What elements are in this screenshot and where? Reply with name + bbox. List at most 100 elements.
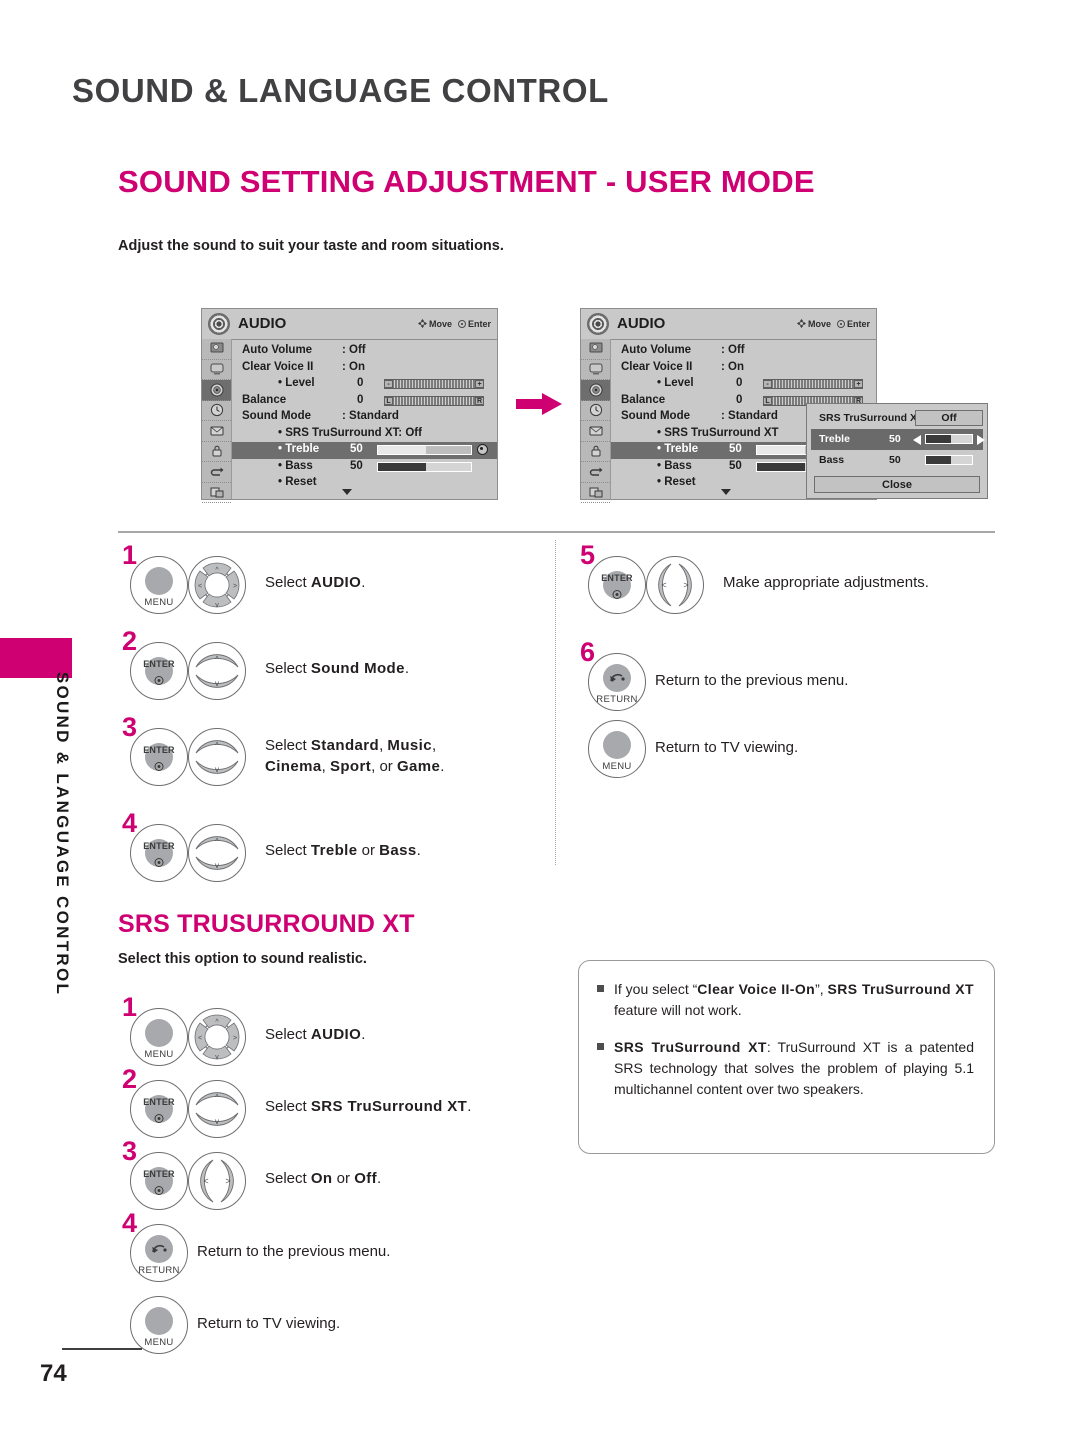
enter-button[interactable]: ENTER	[588, 556, 646, 614]
osd-row[interactable]: • Level 0 - +	[611, 376, 876, 393]
menu-icon-audio[interactable]	[202, 380, 231, 401]
enter-dot-icon	[154, 762, 164, 771]
dpad-4way[interactable]: ^ v < >	[188, 556, 246, 614]
row-label: Balance	[621, 393, 666, 406]
menu-icon-input[interactable]	[202, 462, 231, 483]
osd-row[interactable]: Auto Volume : Off	[611, 343, 876, 360]
scroll-down-caret-icon[interactable]	[721, 489, 731, 495]
menu-icon-screen[interactable]	[581, 360, 610, 380]
button-caption: RETURN	[138, 1265, 180, 1276]
menu-icon-time[interactable]	[581, 401, 610, 421]
popup-row-srs[interactable]: SRS TruSurround XT Off	[811, 408, 983, 429]
row-label: • Reset	[278, 476, 317, 488]
enter-dot-icon	[154, 858, 164, 867]
chevron-left-icon[interactable]	[913, 435, 921, 445]
enter-button[interactable]: ENTER	[130, 824, 188, 882]
menu-icon-usb[interactable]	[202, 483, 231, 503]
button-caption: MENU	[144, 597, 174, 608]
step-number: 2	[122, 626, 138, 656]
menu-icon-input[interactable]	[581, 462, 610, 483]
popup-row-bass[interactable]: Bass 50	[811, 450, 983, 471]
menu-icon-lock[interactable]	[581, 442, 610, 462]
popup-treble-label: Treble	[819, 433, 850, 445]
step-instruction: Return to the previous menu.	[197, 1243, 391, 1260]
menu-icon-picture[interactable]	[581, 339, 610, 360]
menu-icon-picture[interactable]	[202, 339, 231, 360]
osd-row[interactable]: Balance 0 L R	[232, 393, 497, 410]
osd-row[interactable]: • Level 0 - +	[232, 376, 497, 393]
menu-icon-usb[interactable]	[581, 483, 610, 503]
srs-section-title: SRS TRUSURROUND XT	[118, 910, 415, 938]
popup-bass-slider[interactable]	[925, 455, 973, 465]
svg-text:<: <	[661, 580, 666, 590]
note-item: SRS TruSurround XT: TruSurround XT is a …	[597, 1037, 974, 1100]
level-slider[interactable]: - +	[384, 379, 484, 389]
osd-row[interactable]: • Reset	[232, 475, 497, 495]
enter-button[interactable]: ENTER	[130, 1080, 188, 1138]
step-number: 2	[122, 1064, 138, 1094]
scroll-down-caret-icon[interactable]	[342, 489, 352, 495]
bass-slider[interactable]	[377, 461, 472, 472]
srs-section-subtitle: Select this option to sound realistic.	[118, 951, 367, 967]
enter-button[interactable]: ENTER	[130, 642, 188, 700]
svg-text:v: v	[215, 861, 219, 870]
balance-slider[interactable]: L R	[384, 395, 484, 406]
dpad-updown[interactable]: ^ v	[188, 1080, 246, 1138]
osd-row-selected[interactable]: • Treble 50	[232, 442, 497, 459]
osd-hint-move: Move	[428, 319, 452, 329]
menu-button[interactable]: MENU	[130, 1296, 188, 1354]
osd-row[interactable]: Sound Mode : Standard	[232, 409, 497, 426]
osd-row[interactable]: Auto Volume : Off	[232, 343, 497, 360]
button-face	[145, 1306, 173, 1335]
menu-button[interactable]: MENU	[130, 556, 188, 614]
return-button[interactable]: RETURN	[588, 653, 646, 711]
menu-button[interactable]: MENU	[588, 720, 646, 778]
osd-title: AUDIO	[238, 315, 287, 332]
dpad-updown[interactable]: ^ v	[188, 728, 246, 786]
menu-icon-time[interactable]	[202, 401, 231, 421]
step-number: 1	[122, 540, 138, 570]
popup-srs-value[interactable]: Off	[915, 410, 983, 426]
osd-row[interactable]: • Bass 50	[232, 459, 497, 476]
popup-row-treble[interactable]: Treble 50	[811, 429, 985, 450]
button-label: ENTER	[143, 659, 175, 669]
dpad-leftright[interactable]: < >	[646, 556, 704, 614]
svg-text:<: <	[198, 1035, 202, 1042]
dpad-updown[interactable]: ^ v	[188, 642, 246, 700]
button-label: ENTER	[143, 745, 175, 755]
menu-icon-screen[interactable]	[202, 360, 231, 380]
osd-hint-move: Move	[807, 319, 831, 329]
enter-dot-icon	[612, 590, 622, 599]
menu-icon-lock[interactable]	[202, 442, 231, 462]
menu-button[interactable]: MENU	[130, 1008, 188, 1066]
row-number: 0	[736, 393, 743, 406]
osd-hint-enter: Enter	[467, 319, 491, 329]
return-button[interactable]: RETURN	[130, 1224, 188, 1282]
dpad-icon	[796, 319, 806, 328]
level-slider[interactable]: - +	[763, 379, 863, 389]
menu-icon-audio[interactable]	[581, 380, 610, 401]
chevron-right-icon[interactable]	[977, 435, 985, 445]
popup-treble-slider[interactable]	[925, 434, 973, 444]
osd-row[interactable]: Clear Voice II : On	[611, 360, 876, 377]
enter-button[interactable]: ENTER	[130, 1152, 188, 1210]
menu-icon-option[interactable]	[581, 421, 610, 442]
menu-icon-option[interactable]	[202, 421, 231, 442]
dpad-leftright[interactable]: < >	[188, 1152, 246, 1210]
osd-row[interactable]: • SRS TruSurround XT: Off	[232, 426, 497, 443]
svg-text:<: <	[203, 1176, 208, 1186]
svg-text:v: v	[215, 679, 219, 688]
dpad-4way[interactable]: ^ v < >	[188, 1008, 246, 1066]
treble-slider[interactable]	[377, 445, 472, 455]
step-number: 4	[122, 1208, 138, 1238]
osd-row[interactable]: Clear Voice II : On	[232, 360, 497, 377]
popup-close-button[interactable]: Close	[814, 476, 980, 493]
enter-button[interactable]: ENTER	[130, 728, 188, 786]
svg-text:v: v	[215, 765, 219, 774]
row-label: Auto Volume	[621, 344, 692, 356]
treble-knob[interactable]	[477, 444, 488, 455]
step-number: 3	[122, 1136, 138, 1166]
dpad-updown[interactable]: ^ v	[188, 824, 246, 882]
osd-hint-enter: Enter	[846, 319, 870, 329]
row-value: : Standard	[342, 410, 399, 422]
